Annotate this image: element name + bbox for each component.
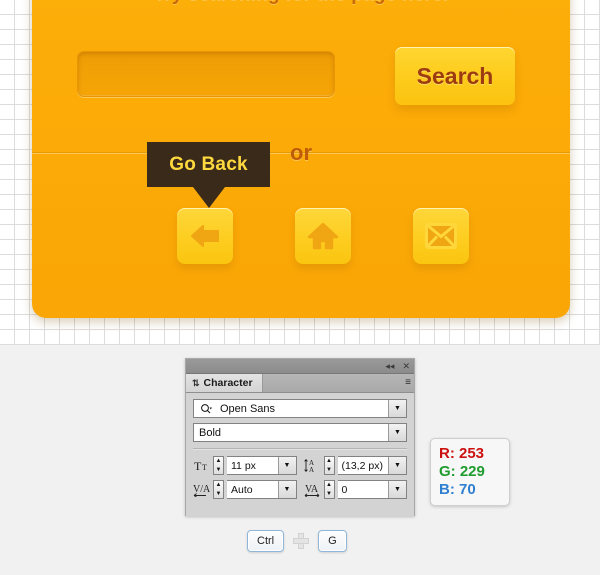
- back-arrow-icon: [191, 225, 219, 247]
- svg-text:VA: VA: [305, 484, 319, 495]
- tracking-field[interactable]: 0 ▼: [337, 480, 407, 499]
- or-label: or: [290, 140, 312, 165]
- tab-label: Character: [203, 377, 253, 389]
- leading-field[interactable]: (13,2 px) ▼: [337, 456, 407, 475]
- rgb-blue-value: B: 70: [439, 481, 476, 498]
- panel-separator: [193, 448, 407, 450]
- back-button[interactable]: [177, 208, 233, 264]
- mail-button[interactable]: [413, 208, 469, 264]
- tracking-value: 0: [341, 483, 348, 496]
- collapse-icon[interactable]: ◂◂: [385, 361, 394, 371]
- leading-row: A A ▲ ▼ (13,2 px) ▼: [303, 456, 407, 475]
- svg-text:A: A: [309, 466, 314, 473]
- metrics-grid: T T ▲ ▼ 11 px ▼ V/A ▲ ▼ Auto ▼ A A ▲ ▼ (…: [193, 456, 407, 504]
- tracking-icon: VA: [304, 481, 321, 498]
- font-size-dropdown-icon[interactable]: ▼: [277, 457, 296, 474]
- font-style-dropdown-icon[interactable]: ▼: [388, 424, 406, 441]
- character-panel: ◂◂ ✕ ⇅ Character ≡ Open Sans ▼ Bold ▼ T …: [185, 358, 415, 516]
- error-page-card: Try searching for the page here. Search …: [32, 0, 570, 318]
- tracking-stepper-up[interactable]: ▲: [326, 482, 332, 488]
- panel-menu-icon[interactable]: ≡: [405, 377, 411, 388]
- tracking-stepper-down[interactable]: ▼: [326, 491, 332, 497]
- svg-text:V/A: V/A: [193, 484, 210, 495]
- kerning-field[interactable]: Auto ▼: [227, 480, 297, 499]
- design-canvas: Try searching for the page here. Search …: [0, 0, 600, 345]
- font-family-combo[interactable]: Open Sans ▼: [193, 399, 407, 418]
- kerning-icon: V/A: [193, 481, 210, 498]
- font-family-value: Open Sans: [220, 402, 276, 415]
- mail-envelope-icon: [425, 223, 457, 249]
- font-size-stepper-up[interactable]: ▲: [216, 458, 222, 464]
- font-size-field[interactable]: 11 px ▼: [227, 456, 297, 475]
- page-title: Try searching for the page here.: [32, 0, 570, 6]
- kerning-stepper-down[interactable]: ▼: [216, 491, 222, 497]
- kerning-row: V/A ▲ ▼ Auto ▼: [193, 480, 297, 499]
- font-size-value: 11 px: [231, 459, 256, 472]
- tracking-row: VA ▲ ▼ 0 ▼: [304, 480, 407, 499]
- font-style-combo[interactable]: Bold ▼: [193, 423, 407, 442]
- keyboard-shortcut: Ctrl G: [247, 530, 347, 552]
- font-family-row: Open Sans ▼: [193, 399, 407, 418]
- tab-character[interactable]: ⇅ Character: [186, 374, 263, 392]
- leading-dropdown-icon[interactable]: ▼: [388, 457, 406, 474]
- tracking-stepper[interactable]: ▲ ▼: [323, 480, 335, 499]
- tooltip-label: Go Back: [169, 153, 248, 175]
- home-icon: [308, 222, 338, 250]
- tracking-dropdown-icon[interactable]: ▼: [388, 481, 406, 498]
- metrics-right-column: A A ▲ ▼ (13,2 px) ▼ VA ▲ ▼ 0 ▼: [303, 456, 407, 504]
- font-style-row: Bold ▼: [193, 423, 407, 442]
- leading-stepper-down[interactable]: ▼: [326, 467, 332, 473]
- home-button[interactable]: [295, 208, 351, 264]
- leading-stepper[interactable]: ▲ ▼: [323, 456, 335, 475]
- tab-toggle-icon: ⇅: [192, 377, 200, 388]
- panel-body: Open Sans ▼ Bold ▼ T T ▲ ▼ 11 px ▼ V/A ▲…: [186, 393, 414, 516]
- tooltip-pointer-icon: [192, 187, 225, 208]
- search-input[interactable]: [77, 51, 335, 97]
- titlebar-controls: ◂◂ ✕: [385, 359, 410, 373]
- close-icon[interactable]: ✕: [402, 361, 410, 371]
- key-g[interactable]: G: [318, 530, 347, 552]
- font-size-stepper-down[interactable]: ▼: [216, 467, 222, 473]
- tooltip-go-back: Go Back: [147, 142, 270, 208]
- rgb-red-value: R: 253: [439, 445, 485, 462]
- kerning-stepper-up[interactable]: ▲: [216, 482, 222, 488]
- panel-tabbar: ⇅ Character ≡: [186, 374, 414, 393]
- panel-titlebar: ◂◂ ✕: [186, 359, 414, 374]
- font-family-dropdown-icon[interactable]: ▼: [388, 400, 406, 417]
- font-size-stepper[interactable]: ▲ ▼: [213, 456, 224, 475]
- leading-stepper-up[interactable]: ▲: [326, 458, 332, 464]
- rgb-color-readout: R: 253 G: 229 B: 70: [430, 438, 510, 506]
- search-button[interactable]: Search: [395, 47, 515, 105]
- rgb-green-value: G: 229: [439, 463, 485, 480]
- font-style-value: Bold: [199, 426, 222, 439]
- kerning-value: Auto: [231, 483, 253, 496]
- svg-text:T: T: [194, 459, 202, 473]
- quick-action-row: [32, 208, 570, 272]
- magnifier-icon[interactable]: [194, 403, 215, 415]
- kerning-stepper[interactable]: ▲ ▼: [213, 480, 224, 499]
- font-size-row: T T ▲ ▼ 11 px ▼: [193, 456, 297, 475]
- metrics-left-column: T T ▲ ▼ 11 px ▼ V/A ▲ ▼ Auto ▼: [193, 456, 297, 504]
- search-row: Search: [77, 47, 527, 105]
- leading-icon: A A: [303, 457, 321, 474]
- key-ctrl[interactable]: Ctrl: [247, 530, 285, 552]
- svg-text:T: T: [202, 463, 207, 472]
- leading-value: (13,2 px): [341, 459, 383, 472]
- plus-icon: [293, 533, 310, 549]
- kerning-dropdown-icon[interactable]: ▼: [277, 481, 296, 498]
- font-size-icon: T T: [193, 457, 210, 474]
